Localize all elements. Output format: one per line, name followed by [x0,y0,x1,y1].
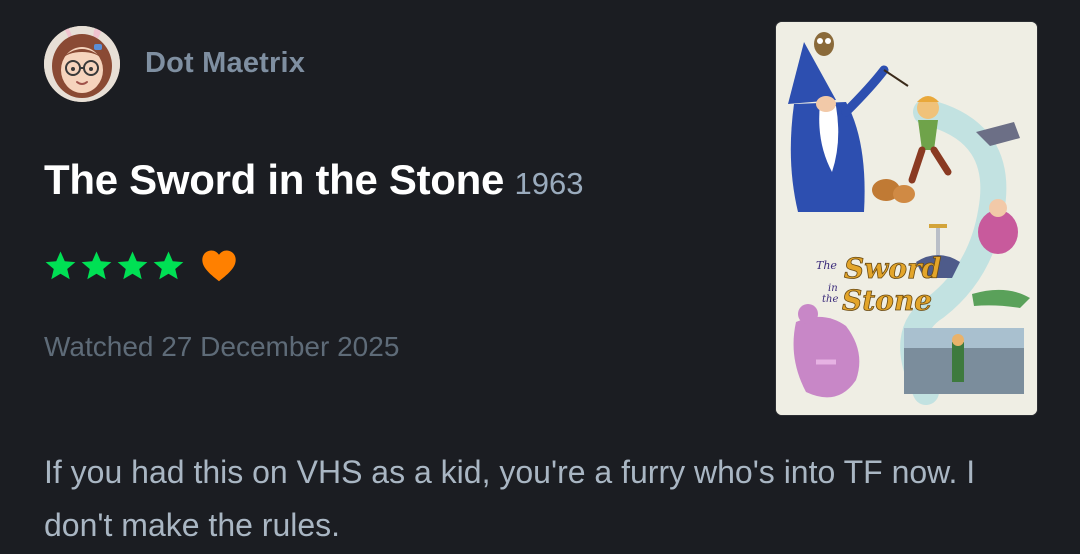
star-icon [117,250,148,279]
poster-title-sword: Sword [844,252,941,285]
avatar-illustration [44,26,120,102]
film-heading: The Sword in the Stone 1963 [44,156,584,204]
film-poster[interactable]: The Sword in the Stone [776,22,1037,415]
heart-icon [202,250,236,282]
watched-date[interactable]: Watched 27 December 2025 [44,331,399,363]
star-icon [81,250,112,279]
poster-title-stone: Stone [842,284,932,317]
poster-title-in: in [828,283,838,294]
poster-title-the: The [816,259,837,272]
username[interactable]: Dot Maetrix [145,47,305,80]
star-icon [45,250,76,279]
poster-title-the-2: the [822,294,838,305]
review-text: If you had this on VHS as a kid, you're … [44,454,976,543]
film-title[interactable]: The Sword in the Stone [44,156,504,203]
film-year[interactable]: 1963 [515,166,584,201]
poster-illustration: The Sword in the Stone [776,22,1037,415]
rating [44,248,238,282]
avatar[interactable] [44,26,120,102]
star-icon [153,250,184,279]
